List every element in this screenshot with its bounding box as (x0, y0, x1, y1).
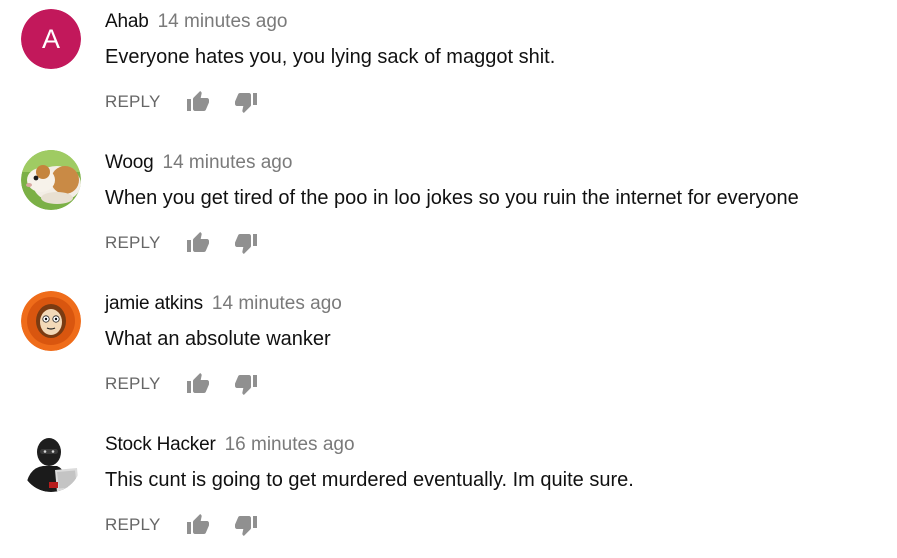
reply-button[interactable]: REPLY (105, 233, 161, 253)
thumbs-down-icon[interactable] (234, 372, 258, 396)
timestamp[interactable]: 14 minutes ago (163, 152, 293, 173)
comment: Woog 14 minutes ago When you get tired of… (0, 141, 897, 282)
thumbs-up-icon[interactable] (186, 231, 210, 255)
comment: A Ahab 14 minutes ago Everyone hates you,… (0, 0, 897, 141)
avatar[interactable] (21, 291, 81, 351)
comment-header: Stock Hacker 16 minutes ago (105, 433, 355, 458)
comment: jamie atkins 14 minutes ago What an absol… (0, 282, 897, 423)
comment: Stock Hacker 16 minutes ago This cunt is … (0, 423, 897, 558)
comment-actions: REPLY (105, 231, 258, 255)
reply-button[interactable]: REPLY (105, 92, 161, 112)
timestamp[interactable]: 14 minutes ago (212, 293, 342, 314)
avatar-letter: A (42, 24, 60, 54)
comment-actions: REPLY (105, 90, 258, 114)
thumbs-up-icon[interactable] (186, 513, 210, 537)
comment-header: jamie atkins 14 minutes ago (105, 292, 342, 317)
comment-header: Ahab 14 minutes ago (105, 10, 288, 35)
comment-text: What an absolute wanker (105, 328, 331, 350)
comment-text: When you get tired of the poo in loo jok… (105, 187, 799, 209)
comment-text: This cunt is going to get murdered event… (105, 469, 634, 491)
comment-text: Everyone hates you, you lying sack of ma… (105, 46, 556, 68)
thumbs-up-icon[interactable] (186, 372, 210, 396)
timestamp[interactable]: 16 minutes ago (225, 434, 355, 455)
thumbs-up-icon[interactable] (186, 90, 210, 114)
comment-list: A Ahab 14 minutes ago Everyone hates you,… (0, 0, 897, 558)
timestamp[interactable]: 14 minutes ago (158, 11, 288, 32)
reply-button[interactable]: REPLY (105, 374, 161, 394)
avatar[interactable] (21, 432, 81, 492)
avatar[interactable] (21, 150, 81, 210)
avatar[interactable]: A (21, 9, 81, 69)
comment-actions: REPLY (105, 513, 258, 537)
author-name[interactable]: Ahab (105, 11, 149, 32)
author-name[interactable]: Woog (105, 152, 154, 173)
thumbs-down-icon[interactable] (234, 513, 258, 537)
comment-actions: REPLY (105, 372, 258, 396)
thumbs-down-icon[interactable] (234, 90, 258, 114)
thumbs-down-icon[interactable] (234, 231, 258, 255)
comment-header: Woog 14 minutes ago (105, 151, 292, 176)
author-name[interactable]: Stock Hacker (105, 434, 216, 455)
reply-button[interactable]: REPLY (105, 515, 161, 535)
author-name[interactable]: jamie atkins (105, 293, 203, 314)
